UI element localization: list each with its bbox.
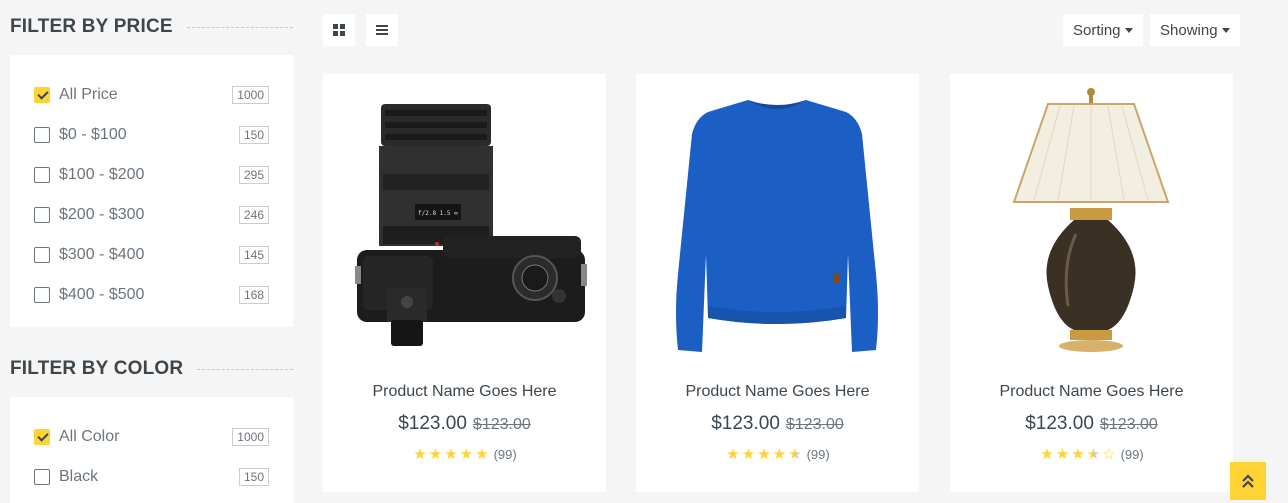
checkbox[interactable] — [34, 429, 50, 445]
double-chevron-up-icon — [1241, 473, 1255, 489]
count-badge: 1000 — [232, 428, 269, 446]
back-to-top-button[interactable] — [1230, 462, 1266, 500]
price-filter-item[interactable]: All Price 1000 — [34, 75, 269, 115]
list-view-button[interactable] — [366, 14, 398, 46]
checkbox[interactable] — [34, 87, 50, 103]
filter-label: $200 - $300 — [59, 206, 145, 223]
color-filter-box: All Color 1000 Black 150 — [10, 397, 293, 503]
product-name[interactable]: Product Name Goes Here — [950, 383, 1233, 401]
product-price: $123.00 — [398, 413, 467, 434]
count-badge: 246 — [238, 206, 269, 224]
product-name[interactable]: Product Name Goes Here — [636, 383, 919, 401]
product-old-price: $123.00 — [785, 416, 844, 433]
star-full-icon: ★ — [1055, 446, 1070, 463]
product-price: $123.00 — [1025, 413, 1094, 434]
grid-view-button[interactable] — [323, 14, 355, 46]
price-filter-title: Filter by price — [10, 16, 173, 37]
filter-label: All Color — [59, 428, 120, 445]
product-old-price: $123.00 — [1099, 416, 1158, 433]
color-filter-item[interactable]: Black 150 — [34, 457, 269, 497]
price-filter-item[interactable]: $200 - $300 246 — [34, 195, 269, 235]
filter-label: $0 - $100 — [59, 126, 127, 143]
checkbox[interactable] — [34, 247, 50, 263]
star-full-icon: ★ — [1040, 446, 1054, 463]
sorting-label: Sorting — [1073, 21, 1121, 39]
price-filter-heading: Filter by price — [10, 16, 293, 38]
filter-label: $300 - $400 — [59, 246, 145, 263]
price-filter-item[interactable]: $400 - $500 168 — [34, 275, 269, 315]
color-filter-item[interactable]: All Color 1000 — [34, 417, 269, 457]
star-full-icon: ★ — [757, 446, 771, 463]
count-badge: 145 — [238, 246, 269, 264]
star-full-icon: ★ — [428, 446, 443, 463]
price-filter-item[interactable]: $0 - $100 150 — [34, 115, 269, 155]
count-badge: 168 — [238, 286, 269, 304]
star-half-icon: ★ — [788, 446, 802, 463]
heading-divider — [197, 368, 293, 370]
svg-text:f/2.8 1.5 ∞: f/2.8 1.5 ∞ — [418, 210, 458, 217]
checkbox[interactable] — [34, 127, 50, 143]
heading-divider — [186, 26, 293, 28]
product-name[interactable]: Product Name Goes Here — [323, 383, 606, 401]
checkbox[interactable] — [34, 167, 50, 183]
rating-row: ★ ★ ★ ★ ★ (99) — [323, 445, 606, 463]
price-row: $123.00 $123.00 — [323, 413, 606, 435]
rating-row: ★ ★ ★ ★ ★ (99) — [636, 445, 919, 463]
star-full-icon: ★ — [772, 446, 787, 463]
chevron-down-icon — [1221, 28, 1230, 33]
sweater-image — [676, 100, 878, 352]
product-price: $123.00 — [711, 413, 780, 434]
price-filter-box: All Price 1000 $0 - $100 150 $100 - $200… — [10, 55, 293, 327]
star-full-icon: ★ — [726, 446, 740, 463]
review-count: (99) — [493, 447, 517, 462]
count-badge: 150 — [238, 468, 269, 486]
checkbox[interactable] — [34, 469, 50, 485]
price-filter-item[interactable]: $100 - $200 295 — [34, 155, 269, 195]
star-half-icon: ★ — [1086, 446, 1101, 463]
star-full-icon: ★ — [741, 446, 756, 463]
product-image[interactable]: f/2.8 1.5 ∞ — [323, 74, 606, 364]
filter-label: $400 - $500 — [59, 286, 145, 303]
product-image[interactable] — [950, 74, 1233, 364]
grid-icon — [333, 24, 345, 36]
checkbox[interactable] — [34, 207, 50, 223]
camera-image: f/2.8 1.5 ∞ — [355, 104, 587, 346]
showing-dropdown[interactable]: Showing — [1150, 14, 1240, 46]
product-card[interactable]: Product Name Goes Here $123.00 $123.00 ★ ★… — [636, 74, 919, 492]
checkbox[interactable] — [34, 287, 50, 303]
sorting-dropdown[interactable]: Sorting — [1063, 14, 1143, 46]
count-badge: 150 — [238, 126, 269, 144]
rating-row: ★ ★ ★ ★ ☆ (99) — [950, 445, 1233, 463]
color-filter-title: Filter by color — [10, 358, 184, 379]
price-row: $123.00 $123.00 — [636, 413, 919, 435]
chevron-down-icon — [1124, 28, 1133, 33]
lamp-image — [1012, 88, 1170, 352]
star-empty-icon: ☆ — [1102, 446, 1116, 463]
price-filter-item[interactable]: $300 - $400 145 — [34, 235, 269, 275]
star-full-icon: ★ — [413, 446, 427, 463]
filter-label: Black — [59, 468, 99, 485]
star-full-icon: ★ — [475, 446, 489, 463]
filter-label: $100 - $200 — [59, 166, 145, 183]
star-full-icon: ★ — [1071, 446, 1085, 463]
list-icon — [376, 25, 388, 35]
price-row: $123.00 $123.00 — [950, 413, 1233, 435]
review-count: (99) — [1120, 447, 1144, 462]
count-badge: 295 — [238, 166, 269, 184]
product-image[interactable] — [636, 74, 919, 364]
product-old-price: $123.00 — [472, 416, 531, 433]
filter-label: All Price — [59, 86, 118, 103]
color-filter-heading: Filter by color — [10, 358, 293, 380]
star-full-icon: ★ — [444, 446, 458, 463]
product-card[interactable]: f/2.8 1.5 ∞ Product Name Goes Here $123.… — [323, 74, 606, 492]
review-count: (99) — [806, 447, 830, 462]
star-full-icon: ★ — [459, 446, 474, 463]
showing-label: Showing — [1160, 21, 1218, 39]
count-badge: 1000 — [232, 86, 269, 104]
product-card[interactable]: Product Name Goes Here $123.00 $123.00 ★ ★… — [950, 74, 1233, 492]
